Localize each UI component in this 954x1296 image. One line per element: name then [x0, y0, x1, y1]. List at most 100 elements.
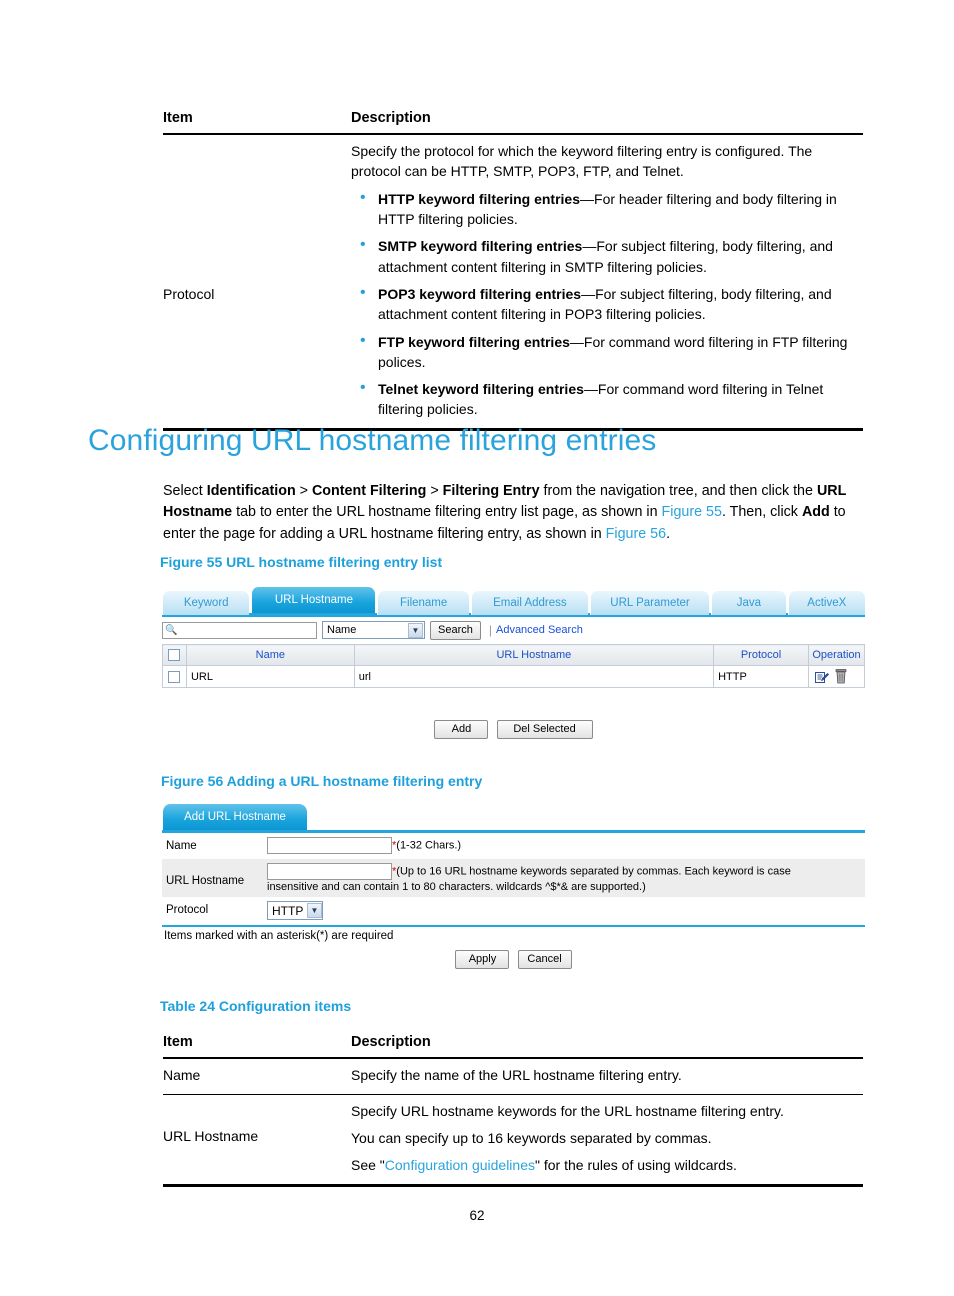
url-hostname-hint-line2: insensitive and can contain 1 to 80 char… [267, 881, 646, 893]
select-all-checkbox[interactable] [168, 649, 181, 662]
figure-55-screenshot: Keyword URL Hostname Filename Email Addr… [162, 586, 866, 739]
form-row-name: Name *(1-32 Chars.) [162, 833, 865, 859]
cell-description: Specify the name of the URL hostname fil… [351, 1067, 682, 1083]
name-input[interactable] [267, 837, 392, 854]
table-24-section: Item Description Name Specify the name o… [0, 1028, 954, 1187]
cell-item: Protocol [163, 286, 215, 302]
entry-list-grid: Name URL Hostname Protocol Operation URL… [162, 644, 866, 688]
cell-url-hostname: url [353, 665, 715, 688]
field-url-hostname-wrapper: *(Up to 16 URL hostname keywords separat… [267, 863, 865, 893]
table-row: URL url HTTP [162, 665, 866, 688]
header-description: Description [351, 1028, 863, 1059]
search-bar: 🔍 Name ▼ Search | Advanced Search [162, 617, 865, 641]
tab-add-url-hostname[interactable]: Add URL Hostname [162, 804, 307, 830]
protocol-select[interactable]: HTTP ▼ [267, 901, 323, 920]
header-item: Item [163, 104, 351, 135]
desc-line-3: See "Configuration guidelines" for the r… [351, 1156, 863, 1176]
url-hostname-input[interactable] [267, 863, 392, 880]
edit-icon[interactable] [814, 670, 829, 684]
tab-activex[interactable]: ActiveX [787, 591, 866, 615]
page-number: 62 [469, 1208, 485, 1223]
row-select-cell [162, 665, 187, 688]
advanced-search-link[interactable]: Advanced Search [496, 624, 583, 636]
tab-url-parameter[interactable]: URL Parameter [589, 591, 710, 615]
page-title: Configuring URL hostname filtering entri… [88, 424, 657, 457]
del-selected-button[interactable]: Del Selected [496, 720, 593, 739]
field-protocol-wrapper: HTTP ▼ [267, 901, 865, 920]
grid-action-buttons: Add Del Selected [162, 720, 865, 739]
tab-filename[interactable]: Filename [377, 591, 469, 615]
intro-paragraph-text: Select Identification > Content Filterin… [163, 481, 866, 545]
bullet-term: HTTP keyword filtering entries [378, 190, 581, 207]
cell-description: Specify the protocol for which the keywo… [351, 134, 863, 429]
nav-filtering-entry: Filtering Entry [442, 483, 540, 499]
table-header-row: Item Description [163, 1028, 863, 1059]
desc-line-2: You can specify up to 16 keywords separa… [351, 1129, 712, 1146]
text-fragment: Select [163, 483, 207, 499]
tab-email-address[interactable]: Email Address [470, 591, 588, 615]
text-fragment: tab to enter the URL hostname filtering … [232, 504, 662, 521]
grid-header-name[interactable]: Name [185, 644, 355, 666]
protocol-select-value: HTTP [272, 903, 304, 918]
configuration-guidelines-link[interactable]: Configuration guidelines [385, 1157, 535, 1173]
intro-paragraph: Select Identification > Content Filterin… [163, 481, 866, 545]
see-prefix: See " [351, 1156, 385, 1173]
cell-item: Name [163, 1067, 201, 1083]
protocol-table: Item Description Protocol Specify the pr… [163, 104, 863, 431]
cell-name: URL [185, 665, 355, 688]
add-button[interactable]: Add [434, 720, 489, 739]
label-protocol: Protocol [166, 904, 209, 916]
figure-56-caption: Figure 56 Adding a URL hostname filterin… [161, 773, 483, 789]
tab-keyword[interactable]: Keyword [162, 591, 250, 615]
table-header-row: Item Description [163, 104, 863, 135]
search-field-select[interactable]: Name ▼ [322, 621, 425, 639]
select-all-header [162, 644, 187, 666]
add-button-ref: Add [801, 504, 830, 521]
field-name-wrapper: *(1-32 Chars.) [267, 837, 865, 854]
label-name: Name [166, 840, 197, 852]
operation-icons [813, 669, 860, 684]
nav-content-filtering: Content Filtering [311, 483, 427, 499]
table-row: Name Specify the name of the URL hostnam… [163, 1058, 863, 1094]
figure-56-screenshot: Add URL Hostname Name *(1-32 Chars.) URL… [162, 803, 865, 969]
search-icon: 🔍 [165, 624, 178, 636]
list-item: POP3 keyword filtering entries—For subje… [351, 283, 863, 325]
form-action-buttons: Apply Cancel [162, 950, 865, 969]
apply-button[interactable]: Apply [455, 950, 510, 969]
add-form-tabstrip: Add URL Hostname [162, 803, 865, 830]
delete-icon[interactable] [835, 669, 847, 684]
header-item: Item [163, 1028, 351, 1059]
document-page: Item Description Protocol Specify the pr… [0, 0, 954, 1296]
grid-header-url-hostname[interactable]: URL Hostname [353, 644, 715, 666]
form-row-protocol: Protocol HTTP ▼ [162, 897, 865, 927]
row-checkbox[interactable] [168, 670, 181, 683]
search-button[interactable]: Search [430, 620, 481, 640]
cell-protocol: HTTP [713, 665, 809, 688]
grid-header-protocol[interactable]: Protocol [713, 644, 809, 666]
bullet-term: SMTP keyword filtering entries [378, 238, 583, 255]
bullet-term: Telnet keyword filtering entries [378, 381, 584, 398]
see-suffix: " for the rules of using wildcards. [535, 1156, 737, 1173]
grid-header-row: Name URL Hostname Protocol Operation [162, 644, 866, 666]
chevron-down-icon: ▼ [408, 622, 423, 638]
tab-java[interactable]: Java [711, 591, 786, 615]
list-item: FTP keyword filtering entries—For comman… [351, 331, 863, 373]
table-row: URL Hostname Specify URL hostname keywor… [163, 1093, 863, 1185]
search-field-value: Name [327, 624, 357, 636]
figure-55-crossref[interactable]: Figure 55 [662, 504, 722, 520]
tab-url-hostname[interactable]: URL Hostname [251, 587, 376, 613]
cell-item: URL Hostname [163, 1093, 351, 1185]
desc-line-1: Specify URL hostname keywords for the UR… [351, 1102, 784, 1119]
protocol-intro-text: Specify the protocol for which the keywo… [351, 143, 813, 179]
cancel-button[interactable]: Cancel [517, 950, 572, 969]
protocol-bullet-list: HTTP keyword filtering entries—For heade… [351, 188, 863, 420]
url-hostname-hint-line1: (Up to 16 URL hostname keywords separate… [396, 865, 791, 878]
table-24-caption: Table 24 Configuration items [160, 998, 352, 1014]
cell-operation [807, 665, 866, 688]
configuration-items-table: Item Description Name Specify the name o… [163, 1028, 863, 1187]
text-fragment: > [426, 483, 443, 499]
header-description: Description [351, 104, 863, 135]
list-item: HTTP keyword filtering entries—For heade… [351, 188, 863, 230]
figure-56-crossref[interactable]: Figure 56 [606, 526, 666, 542]
search-input[interactable]: 🔍 [162, 621, 317, 639]
